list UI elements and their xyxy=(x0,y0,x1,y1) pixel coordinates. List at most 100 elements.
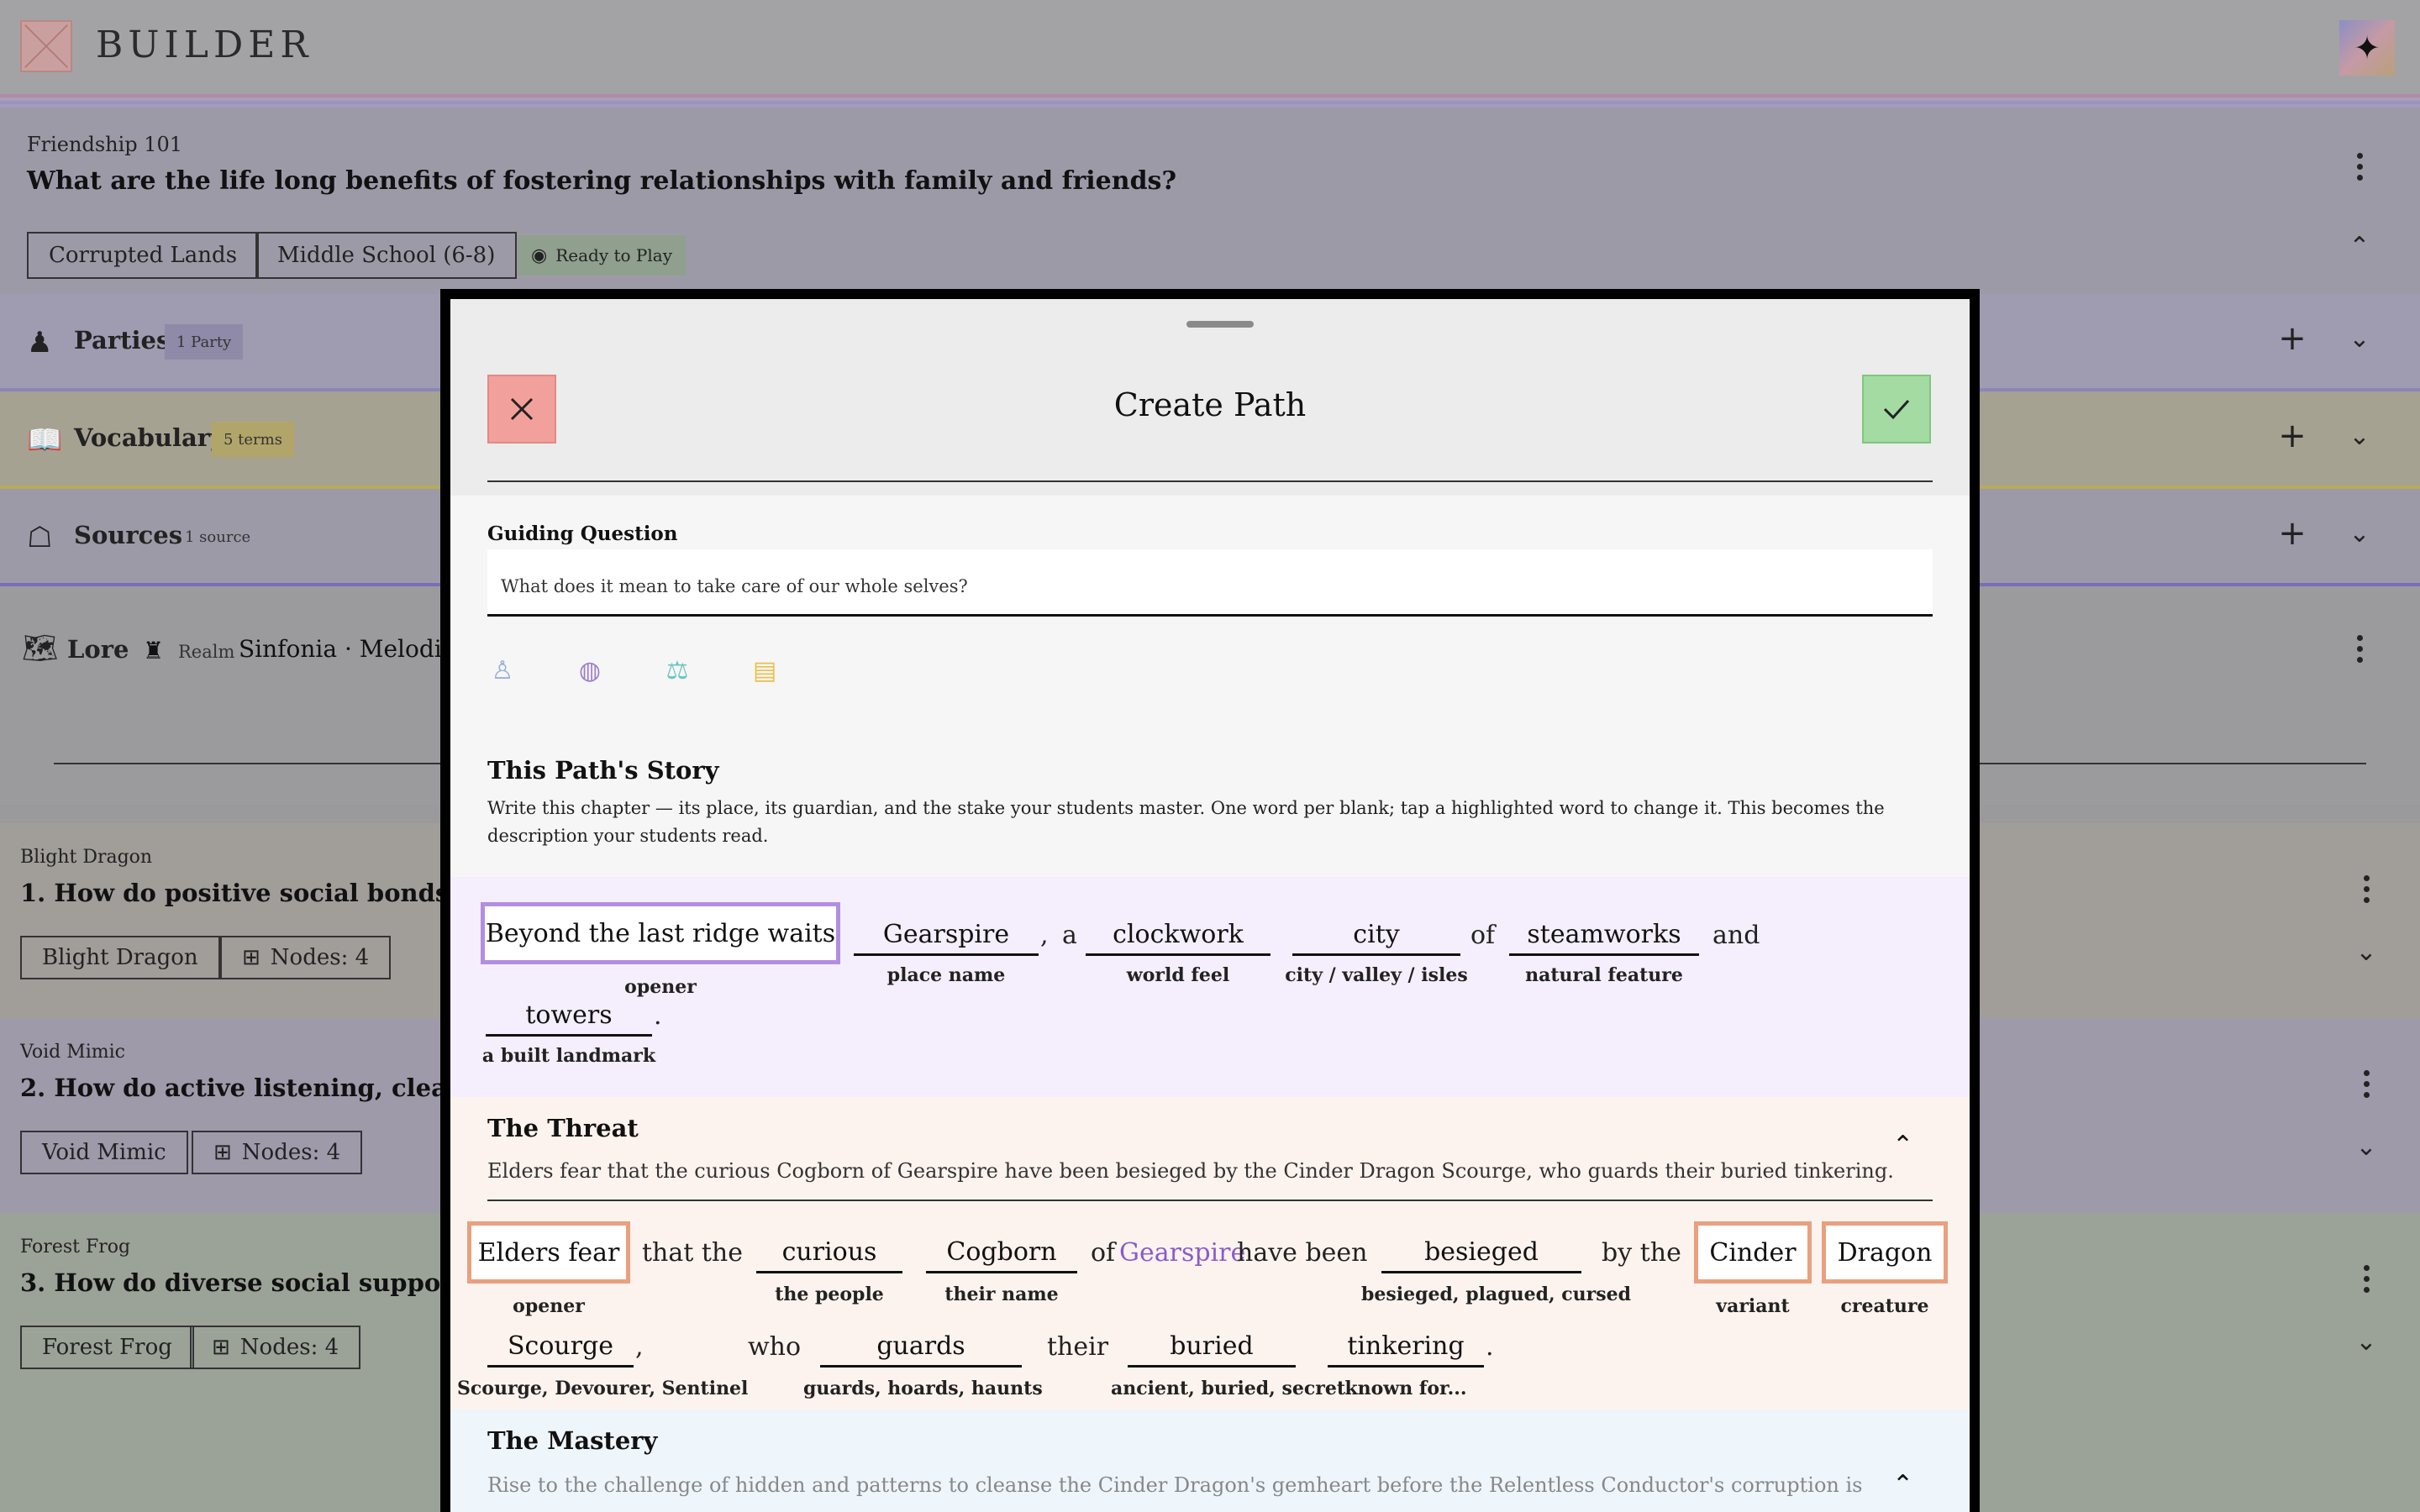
chevron-down-icon[interactable]: ⌄ xyxy=(2343,519,2376,549)
add-party-icon[interactable]: + xyxy=(2275,319,2309,358)
mastery-title: The Mastery xyxy=(487,1426,658,1455)
modal-header: Create Path xyxy=(450,299,1970,496)
course-question: What are the life long benefits of foste… xyxy=(27,166,1177,196)
hint: their name xyxy=(944,1284,1059,1305)
status-badge: ◉ Ready to Play xyxy=(518,235,686,276)
chapter-menu-icon[interactable] xyxy=(2349,1262,2383,1295)
lore-title: Lore xyxy=(67,635,129,664)
hint: known for... xyxy=(1344,1378,1467,1399)
place-link[interactable]: Gearspire xyxy=(1119,1233,1245,1273)
grade-chip[interactable]: Middle School (6-8) xyxy=(255,232,518,279)
check-icon xyxy=(1883,399,1910,420)
modal-title: Create Path xyxy=(1113,386,1307,423)
action-blank[interactable]: guards xyxy=(820,1327,1022,1368)
nodes-icon: ⊞ xyxy=(242,945,260,970)
section-badge: 1 source xyxy=(185,528,251,546)
chevron-up-icon[interactable]: ⌃ xyxy=(1892,1470,1913,1499)
word: and xyxy=(1712,921,1760,950)
verb-blank[interactable]: besieged xyxy=(1381,1233,1581,1273)
hint: opener xyxy=(513,1295,585,1317)
nodes-icon: ⊞ xyxy=(213,1140,232,1165)
variant-select[interactable]: Cinder xyxy=(1694,1221,1812,1284)
nodes-count: Nodes: 4 xyxy=(241,1140,341,1165)
word: by the xyxy=(1602,1238,1681,1268)
header-stripes xyxy=(0,94,2420,108)
chevron-down-icon[interactable]: ⌄ xyxy=(2343,422,2376,451)
drag-handle[interactable] xyxy=(1186,321,1254,328)
nodes-chip[interactable]: ⊞ Nodes: 4 xyxy=(192,1131,363,1174)
nodes-chip[interactable]: ⊞ Nodes: 4 xyxy=(190,1326,361,1369)
person-icon[interactable]: ♙ xyxy=(486,654,519,687)
word: of xyxy=(1470,921,1496,950)
hint: Scourge, Devourer, Sentinel xyxy=(457,1378,749,1399)
hint: creature xyxy=(1840,1295,1929,1317)
story-title: This Path's Story xyxy=(487,756,719,785)
section-title: Vocabulary xyxy=(74,423,224,452)
map-icon: 🗺 xyxy=(22,632,59,665)
book-icon: 📖 xyxy=(27,423,63,457)
hint: besieged, plagued, cursed xyxy=(1361,1284,1632,1305)
threat-section: The Threat ⌃ Elders fear that the curiou… xyxy=(450,1097,1970,1410)
chapter-menu-icon[interactable] xyxy=(2349,872,2383,906)
add-term-icon[interactable]: + xyxy=(2275,417,2309,455)
comma: , xyxy=(1040,921,1049,950)
realm-label: Realm xyxy=(178,642,235,662)
chevron-down-icon[interactable]: ⌄ xyxy=(2349,1327,2383,1357)
kind-blank[interactable]: city xyxy=(1292,916,1460,956)
sparkle-icon[interactable]: ✦ xyxy=(2339,20,2395,76)
chevron-down-icon[interactable]: ⌄ xyxy=(2349,1132,2383,1162)
place-blank[interactable]: Gearspire xyxy=(854,916,1039,956)
logo-icon[interactable] xyxy=(20,20,72,72)
confirm-button[interactable] xyxy=(1862,375,1931,444)
nodes-chip[interactable]: ⊞ Nodes: 4 xyxy=(220,936,392,979)
adj-blank[interactable]: buried xyxy=(1128,1327,1296,1368)
feature-blank[interactable]: steamworks xyxy=(1509,916,1699,956)
nodes-icon: ⊞ xyxy=(212,1335,230,1360)
landmark-blank[interactable]: towers xyxy=(486,996,652,1037)
chapter-menu-icon[interactable] xyxy=(2349,1067,2383,1100)
chapter-label: Forest Frog xyxy=(20,1236,131,1257)
chevron-down-icon[interactable]: ⌄ xyxy=(2349,937,2383,967)
book-icon[interactable]: ▤ xyxy=(748,654,781,687)
source-icon: ☖ xyxy=(27,521,53,554)
header-divider xyxy=(487,480,1933,482)
threat-summary: Elders fear that the curious Cogborn of … xyxy=(487,1159,1894,1183)
top-bar: BUILDER ✦ xyxy=(0,0,2420,94)
known-blank[interactable]: tinkering xyxy=(1328,1327,1484,1368)
globe-icon[interactable]: ◍ xyxy=(573,654,607,687)
guiding-question-input[interactable] xyxy=(487,549,1933,617)
creature-chip[interactable]: Forest Frog xyxy=(20,1326,194,1369)
course-header: Friendship 101 What are the life long be… xyxy=(0,108,2420,309)
chevron-down-icon[interactable]: ⌄ xyxy=(2343,324,2376,354)
course-menu-icon[interactable] xyxy=(2343,150,2376,183)
feel-blank[interactable]: clockwork xyxy=(1086,916,1270,956)
mastery-section: The Mastery ⌃ Rise to the challenge of h… xyxy=(450,1410,1970,1512)
hint: place name xyxy=(886,964,1006,986)
status-text: Ready to Play xyxy=(555,245,672,265)
mastery-summary: Rise to the challenge of hidden and patt… xyxy=(487,1473,1863,1497)
creature-select[interactable]: Dragon xyxy=(1822,1221,1948,1284)
theme-chip[interactable]: Corrupted Lands xyxy=(27,232,260,279)
word: who xyxy=(748,1332,802,1362)
people-blank[interactable]: curious xyxy=(756,1233,902,1273)
creature-chip[interactable]: Blight Dragon xyxy=(20,936,220,979)
name-blank[interactable]: Cogborn xyxy=(926,1233,1077,1273)
nodes-count: Nodes: 4 xyxy=(239,1335,339,1360)
scales-icon[interactable]: ⚖ xyxy=(660,654,694,687)
hint: variant xyxy=(1716,1295,1790,1317)
section-title: Sources xyxy=(74,521,183,549)
chapter-question: 1. How do positive social bonds and xyxy=(20,879,508,907)
threat-opener-select[interactable]: Elders fear xyxy=(467,1221,630,1284)
chevron-up-icon[interactable]: ⌃ xyxy=(1892,1131,1913,1160)
title-blank[interactable]: Scourge xyxy=(487,1327,634,1368)
threat-title: The Threat xyxy=(487,1114,639,1142)
creature-chip[interactable]: Void Mimic xyxy=(20,1131,188,1174)
hint: the people xyxy=(775,1284,884,1305)
chevron-up-icon[interactable]: ⌃ xyxy=(2343,232,2376,261)
eye-icon: ◉ xyxy=(531,244,548,266)
add-source-icon[interactable]: + xyxy=(2275,514,2309,553)
brand-title: BUILDER xyxy=(96,24,313,66)
section-title: Parties xyxy=(74,326,171,354)
lore-menu-icon[interactable] xyxy=(2343,632,2376,665)
opener-select[interactable]: Beyond the last ridge waits xyxy=(481,902,840,964)
